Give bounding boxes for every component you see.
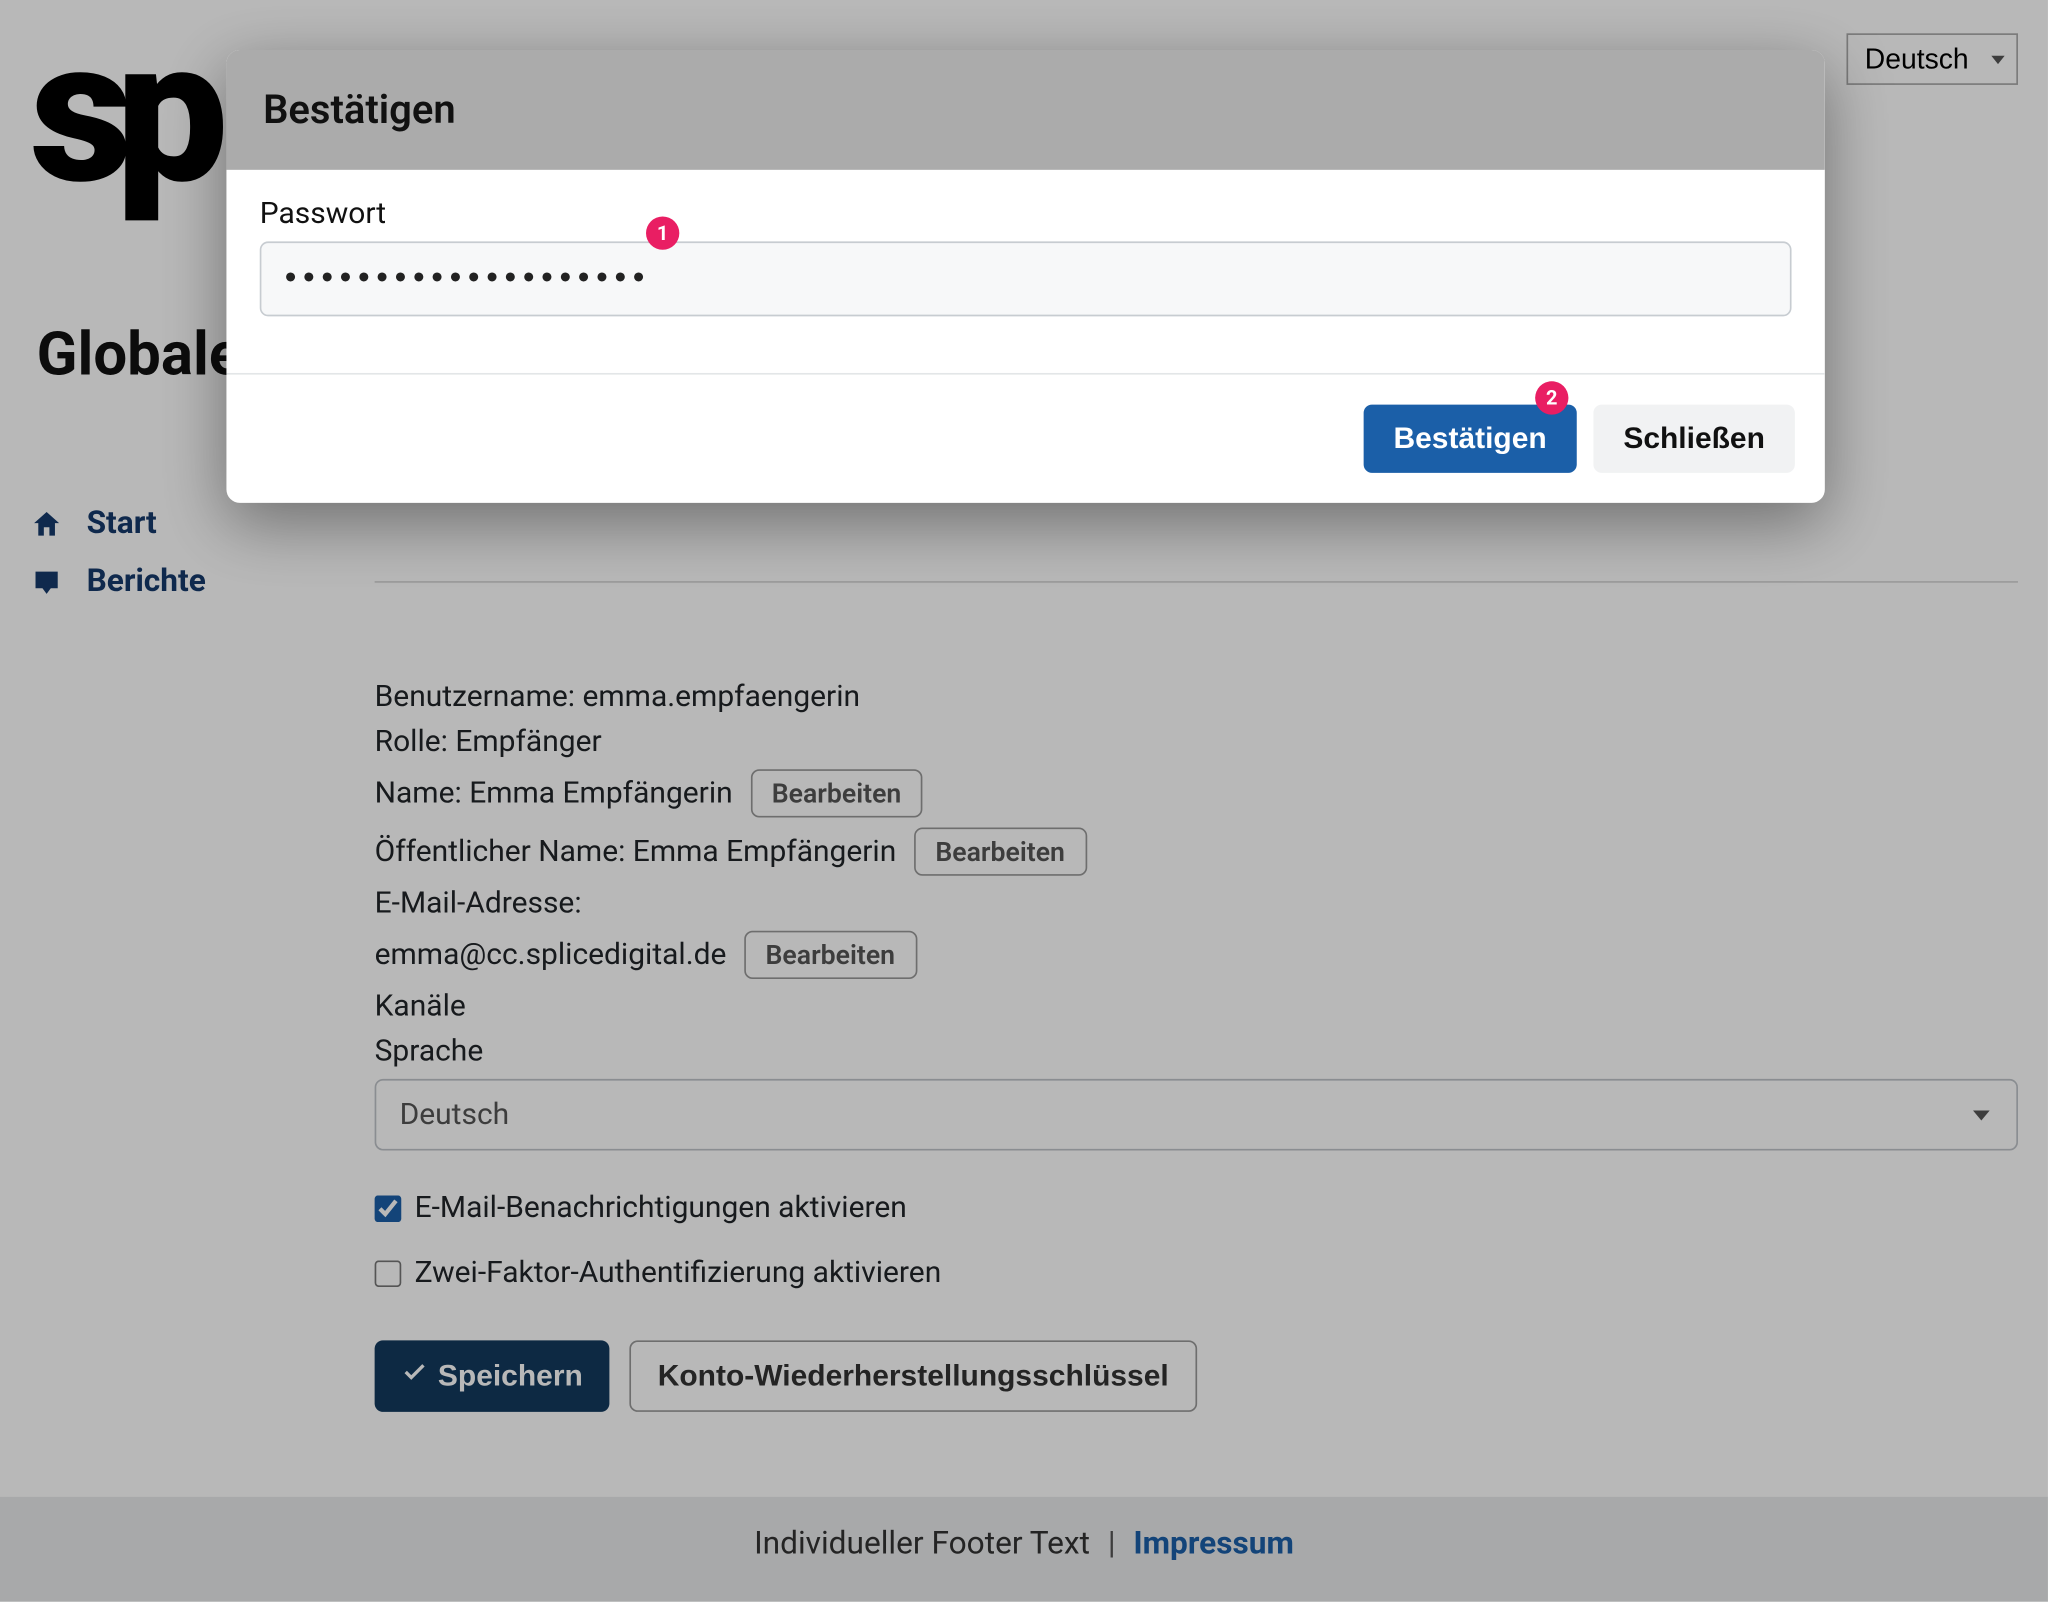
hint-badge-2: 2 xyxy=(1535,381,1568,414)
edit-public-name-button[interactable]: Bearbeiten xyxy=(914,828,1087,876)
confirm-modal: Bestätigen Passwort 1 Bestätigen Schließ… xyxy=(226,50,1824,503)
edit-email-button[interactable]: Bearbeiten xyxy=(744,931,917,979)
sidebar: Start Berichte xyxy=(30,493,330,610)
language-label: Sprache xyxy=(375,1034,2018,1069)
tab-row xyxy=(375,500,2018,583)
username-line: Benutzername: emma.empfaengerin xyxy=(375,679,2018,714)
inbox-icon xyxy=(30,565,63,595)
edit-name-button[interactable]: Bearbeiten xyxy=(750,769,923,817)
confirm-button[interactable]: Bestätigen xyxy=(1364,405,1577,473)
hint-badge-1: 1 xyxy=(646,216,679,249)
public-name-line: Öffentlicher Name: Emma Empfängerin Bear… xyxy=(375,828,2018,876)
email-line: emma@cc.splicedigital.de Bearbeiten xyxy=(375,931,2018,979)
language-select-top[interactable]: Deutsch xyxy=(1846,33,2017,85)
twofa-row[interactable]: Zwei-Faktor-Authentifizierung aktivieren xyxy=(375,1255,2018,1290)
twofa-checkbox[interactable] xyxy=(375,1260,402,1287)
page-title: Globale xyxy=(37,320,242,390)
check-icon xyxy=(401,1359,428,1394)
email-label-line: E-Mail-Adresse: xyxy=(375,886,2018,921)
sidebar-item-reports[interactable]: Berichte xyxy=(30,551,330,609)
logo: sp xyxy=(30,23,212,203)
email-notif-checkbox[interactable] xyxy=(375,1195,402,1222)
role-line: Rolle: Empfänger xyxy=(375,724,2018,759)
sidebar-item-label: Start xyxy=(87,503,157,541)
home-icon xyxy=(30,507,63,537)
sidebar-item-label: Berichte xyxy=(87,561,206,599)
password-label: Passwort xyxy=(260,196,1792,231)
modal-title: Bestätigen xyxy=(226,50,1824,170)
password-input[interactable] xyxy=(260,241,1792,316)
email-notif-row[interactable]: E-Mail-Benachrichtigungen aktivieren xyxy=(375,1190,2018,1225)
impressum-link[interactable]: Impressum xyxy=(1133,1523,1293,1561)
channels-line: Kanäle xyxy=(375,989,2018,1024)
content-panel: Benutzername: emma.empfaengerin Rolle: E… xyxy=(375,500,2018,1412)
footer: Individueller Footer Text | Impressum xyxy=(0,1497,2048,1602)
name-line: Name: Emma Empfängerin Bearbeiten xyxy=(375,769,2018,817)
language-select[interactable]: Deutsch xyxy=(375,1079,2018,1151)
close-button[interactable]: Schließen xyxy=(1593,405,1795,473)
save-button[interactable]: Speichern xyxy=(375,1340,610,1412)
recovery-key-button[interactable]: Konto-Wiederherstellungsschlüssel xyxy=(629,1340,1197,1412)
